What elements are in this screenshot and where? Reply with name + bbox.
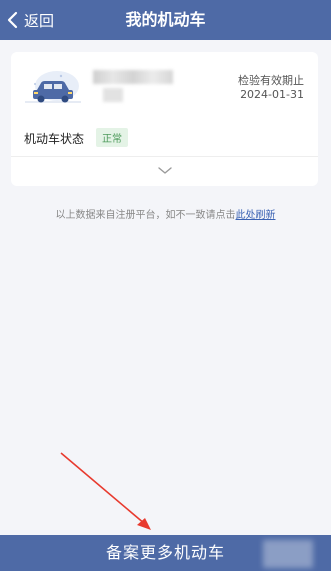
divider: [11, 156, 318, 157]
vehicle-card[interactable]: 检验有效期止 2024-01-31 机动车状态 正常: [11, 52, 318, 186]
inspection-expiry-date: 2024-01-31: [240, 88, 304, 101]
page-title: 我的机动车: [125, 10, 206, 29]
header-bar: 返回 我的机动车: [0, 0, 331, 40]
vehicle-type-redacted: [103, 88, 123, 102]
notice-text: 以上数据来自注册平台，如不一致请点击: [55, 210, 236, 221]
car-icon: [25, 71, 81, 103]
status-badge: 正常: [96, 128, 128, 147]
data-source-notice: 以上数据来自注册平台，如不一致请点击此处刷新: [0, 206, 331, 221]
inspection-expiry-label: 检验有效期止: [238, 74, 304, 87]
chevron-down-icon[interactable]: [151, 162, 179, 180]
refresh-link[interactable]: 此处刷新: [236, 210, 276, 221]
annotation-arrow: [60, 452, 151, 530]
redacted-overlay: [263, 540, 313, 568]
vehicle-status-label: 机动车状态: [24, 132, 85, 146]
plate-number-redacted: [93, 70, 173, 84]
